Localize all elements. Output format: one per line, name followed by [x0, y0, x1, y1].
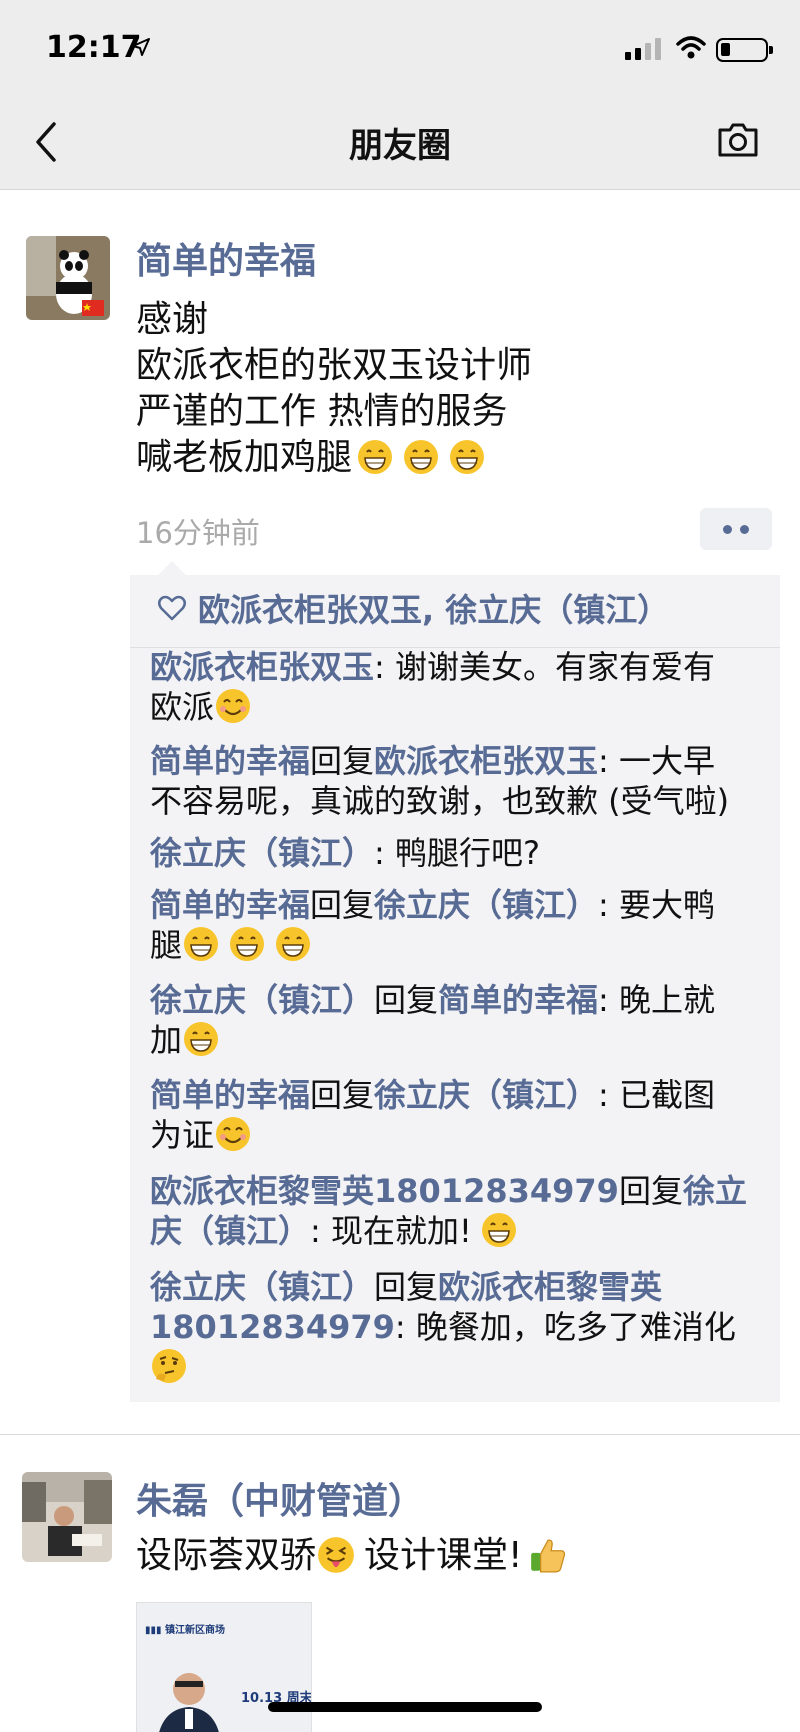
comment-reply-target[interactable]: 简单的幸福	[438, 981, 598, 1019]
post-divider	[0, 1434, 800, 1435]
comment-reply-target[interactable]: 徐立庆（镇江）	[374, 1076, 598, 1114]
grin-emoji-icon	[230, 927, 265, 961]
thumbs-up-icon	[531, 1539, 566, 1573]
more-actions-button[interactable]	[700, 508, 772, 550]
comment-item[interactable]: 简单的幸福回复徐立庆（镇江）: 已截图 为证	[150, 1075, 770, 1155]
post-author[interactable]: 简单的幸福	[136, 232, 316, 284]
post-text: 感谢 欧派衣柜的张双玉设计师 严谨的工作 热情的服务 喊老板加鸡腿	[136, 297, 532, 481]
comment-text: 欧派	[150, 688, 215, 726]
avatar[interactable]	[26, 236, 110, 320]
post-author[interactable]: 朱磊（中财管道）	[136, 1472, 424, 1524]
dot-icon	[740, 524, 749, 534]
comment-text: : 晚餐加，吃多了难消化	[394, 1308, 736, 1346]
thumbnail-brand: ▮▮▮ 镇江新区商场	[145, 1625, 225, 1636]
comment-text: 加	[150, 1021, 183, 1059]
home-indicator[interactable]	[268, 1702, 542, 1712]
likes-row: 欧派衣柜张双玉, 徐立庆（镇江）	[158, 585, 669, 631]
post-text: 设际荟双骄 设计课堂!	[136, 1533, 576, 1579]
comment-text: : 一大早	[598, 742, 716, 780]
comment-item[interactable]: 简单的幸福回复欧派衣柜张双玉: 一大早 不容易呢，真诚的致谢，也致歉 (受气啦)	[150, 741, 770, 821]
post-text-segment: 设计课堂!	[364, 1535, 523, 1576]
smile-emoji-icon	[216, 689, 251, 723]
comment-user[interactable]: 欧派衣柜张双玉	[150, 648, 374, 686]
post-text-segment: 喊老板加鸡腿	[136, 437, 353, 478]
comment-text: 不容易呢，真诚的致谢，也致歉 (受气啦)	[150, 782, 730, 820]
comment-reply-target[interactable]: 庆（镇江）	[150, 1212, 310, 1250]
post-text-line: 喊老板加鸡腿	[136, 435, 532, 481]
comment-item[interactable]: 徐立庆（镇江）: 鸭腿行吧?	[150, 833, 770, 873]
thinking-emoji-icon	[152, 1349, 186, 1383]
grin-emoji-icon	[404, 440, 439, 474]
dot-icon	[723, 524, 732, 534]
grin-emoji-icon	[450, 440, 485, 474]
avatar[interactable]	[22, 1472, 112, 1562]
comment-user[interactable]: 徐立庆（镇江）	[150, 834, 374, 872]
grin-emoji-icon	[276, 927, 311, 961]
top-bar: 12:17 朋友圈	[0, 0, 800, 190]
post-timestamp: 16分钟前	[136, 516, 260, 550]
post-image-thumbnail[interactable]: ▮▮▮ 镇江新区商场 10.13 周末	[136, 1602, 312, 1732]
comment-reply-target[interactable]: 欧派衣柜黎雪英	[438, 1268, 662, 1306]
comment-item[interactable]: 欧派衣柜张双玉: 谢谢美女。有家有爱有 欧派	[150, 647, 770, 727]
thumbnail-brand-text: 镇江新区商场	[165, 1625, 225, 1636]
grin-emoji-icon	[184, 927, 219, 961]
likes-names[interactable]: 欧派衣柜张双玉, 徐立庆（镇江）	[198, 585, 669, 631]
comment-text: : 现在就加!	[310, 1212, 472, 1250]
comment-text: : 已截图	[598, 1076, 716, 1114]
comment-reply-word: 回复	[618, 1172, 683, 1210]
comment-item[interactable]: 徐立庆（镇江）回复欧派衣柜黎雪英 18012834979: 晚餐加，吃多了难消化	[150, 1267, 770, 1387]
comment-user[interactable]: 欧派衣柜黎雪英18012834979	[150, 1172, 619, 1210]
signal-icon	[625, 38, 661, 60]
comment-item[interactable]: 徐立庆（镇江）回复简单的幸福: 晚上就 加	[150, 980, 770, 1060]
smile-emoji-icon	[216, 1117, 251, 1151]
comment-item[interactable]: 简单的幸福回复徐立庆（镇江）: 要大鸭 腿	[150, 885, 770, 965]
grin-emoji-icon	[184, 1022, 219, 1056]
comment-reply-word: 回复	[310, 1076, 375, 1114]
tongue-emoji-icon	[318, 1537, 354, 1573]
comment-item[interactable]: 欧派衣柜黎雪英18012834979回复徐立 庆（镇江）: 现在就加!	[150, 1171, 770, 1251]
comment-user[interactable]: 简单的幸福	[150, 1076, 310, 1114]
grin-emoji-icon	[481, 1213, 516, 1247]
post-text-segment: 设际荟双骄	[136, 1535, 317, 1576]
comment-reply-word: 回复	[310, 886, 375, 924]
comment-user[interactable]: 徐立庆（镇江）	[150, 981, 374, 1019]
comment-reply-target[interactable]: 徐立	[683, 1172, 747, 1210]
post-text-line: 感谢	[136, 299, 209, 340]
grin-emoji-icon	[358, 440, 393, 474]
comment-text: 为证	[150, 1116, 215, 1154]
comment-reply-target[interactable]: 18012834979	[150, 1308, 395, 1346]
comment-text: : 晚上就	[598, 981, 716, 1019]
comment-user[interactable]: 简单的幸福	[150, 742, 310, 780]
comment-reply-word: 回复	[310, 742, 375, 780]
comment-reply-target[interactable]: 欧派衣柜张双玉	[374, 742, 598, 780]
comment-text: : 谢谢美女。有家有爱有	[374, 648, 715, 686]
page-title: 朋友圈	[349, 126, 451, 166]
comment-reply-target[interactable]: 徐立庆（镇江）	[374, 886, 598, 924]
status-time: 12:17	[46, 30, 142, 65]
post-text-line: 欧派衣柜的张双玉设计师	[136, 345, 533, 386]
comment-text: : 要大鸭	[598, 886, 716, 924]
wifi-icon	[676, 36, 706, 59]
comment-user[interactable]: 徐立庆（镇江）	[150, 1268, 374, 1306]
comment-text: : 鸭腿行吧?	[374, 834, 540, 872]
comment-reply-word: 回复	[374, 981, 439, 1019]
comment-area: 欧派衣柜张双玉, 徐立庆（镇江） 欧派衣柜张双玉: 谢谢美女。有家有爱有 欧派 …	[130, 561, 780, 1402]
post-text-line: 严谨的工作 热情的服务	[136, 391, 508, 432]
heart-icon	[158, 595, 186, 621]
comment-user[interactable]: 简单的幸福	[150, 886, 310, 924]
camera-icon[interactable]	[716, 122, 760, 158]
comment-reply-word: 回复	[374, 1268, 439, 1306]
location-arrow-icon	[132, 38, 150, 56]
comment-text: 腿	[150, 926, 183, 964]
battery-icon	[716, 38, 773, 62]
